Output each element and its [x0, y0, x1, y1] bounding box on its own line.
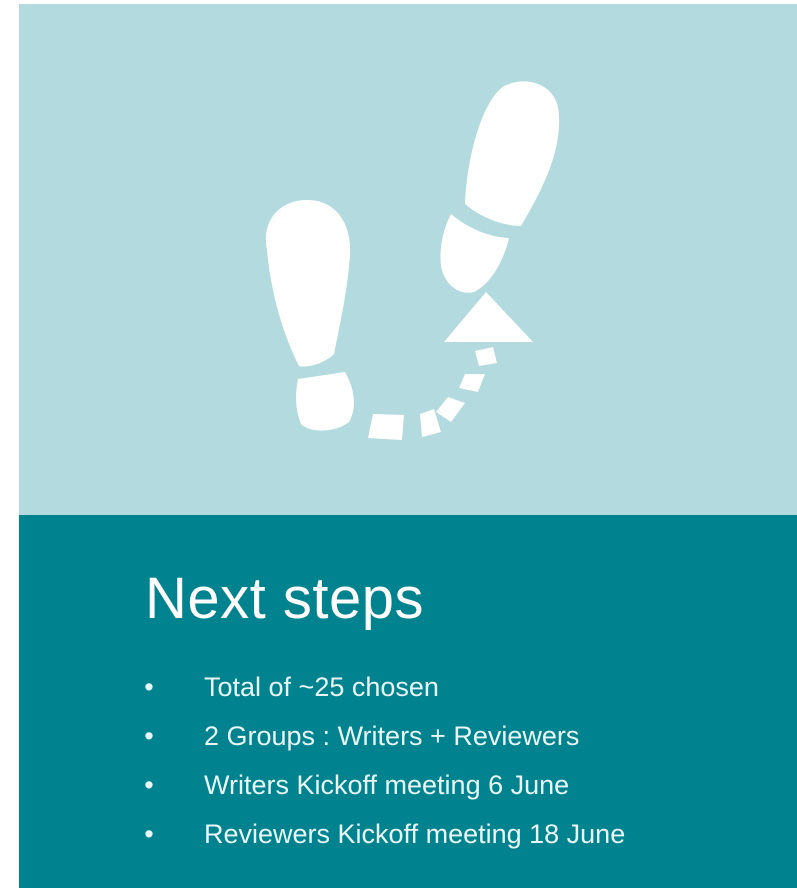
arrow-dash-3 — [436, 397, 465, 422]
right-sole-shape — [465, 81, 560, 227]
right-heel-shape — [440, 214, 509, 293]
left-heel-shape — [296, 372, 354, 431]
left-sole-shape — [265, 200, 351, 367]
bullet-text: Reviewers Kickoff meeting 18 June — [204, 819, 626, 849]
content-panel: Next steps • Total of ~25 chosen • 2 Gro… — [19, 515, 797, 888]
slide-title: Next steps — [145, 566, 424, 631]
bullet-marker: • — [144, 721, 154, 751]
bullet-text: Total of ~25 chosen — [204, 672, 439, 702]
slide: Next steps • Total of ~25 chosen • 2 Gro… — [0, 0, 797, 888]
arrow-dash-1 — [475, 347, 497, 366]
bullet-marker: • — [144, 819, 154, 849]
bullet-text: 2 Groups : Writers + Reviewers — [204, 721, 580, 751]
arrow-head-shape — [444, 292, 533, 342]
bullet-marker: • — [144, 672, 154, 702]
arrow-dash-2 — [459, 374, 485, 392]
illustration-panel — [19, 4, 797, 515]
bullet-marker: • — [144, 770, 154, 800]
bullet-text: Writers Kickoff meeting 6 June — [204, 770, 570, 800]
footsteps-icon — [265, 81, 560, 440]
arrow-dash-5 — [368, 414, 404, 440]
